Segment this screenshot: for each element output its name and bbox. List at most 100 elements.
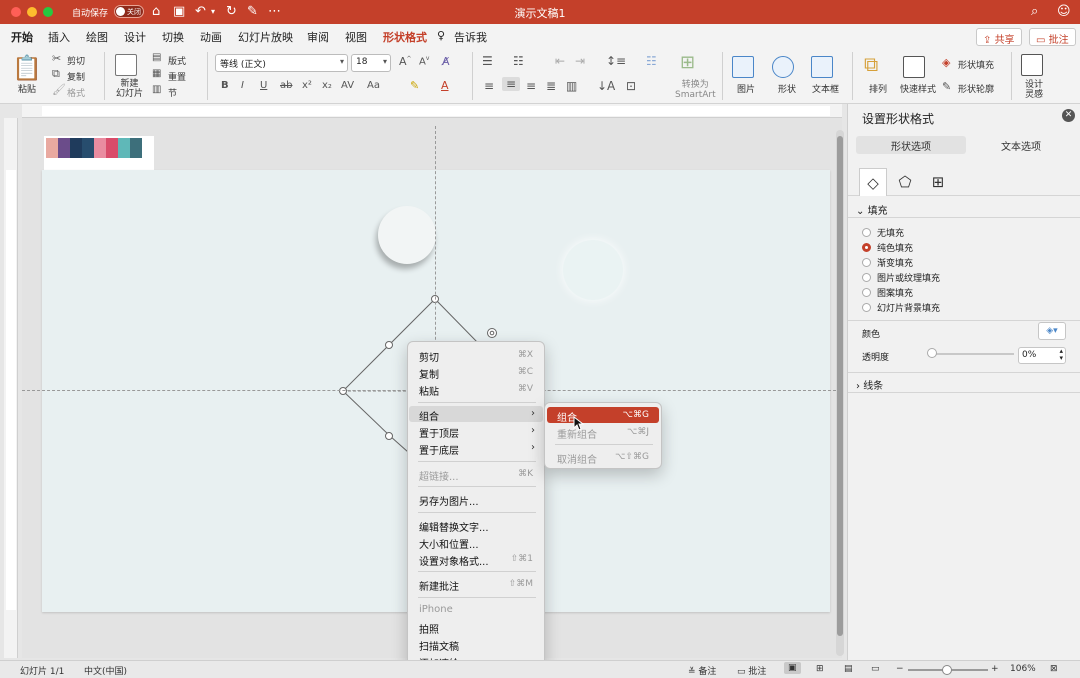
effects-pentagon-icon[interactable]: ⬠ xyxy=(891,168,919,196)
transparency-value: 0% xyxy=(1022,350,1037,360)
notes-icon: ≚ xyxy=(688,667,699,677)
menu-item-label: 另存为图片... xyxy=(419,497,479,508)
menu-item-shortcut: ⌘K xyxy=(518,469,533,479)
slide-counter: 幻灯片 1/1 xyxy=(20,667,65,677)
pane-icon-row: ◇ ⬠ ⊞ xyxy=(848,166,1080,196)
line-section-label: 线条 xyxy=(863,381,884,392)
menu-item-hyperlink[interactable]: 超链接... ⌘K xyxy=(409,466,543,483)
menu-item-label: 组合 xyxy=(419,412,439,423)
format-shape-pane: 设置形状格式 ✕ 形状选项 文本选项 ◇ ⬠ ⊞ ⌄ 填充 无填充 纯色填充 渐… xyxy=(847,104,1080,660)
menu-item-take-photo[interactable]: 拍照 xyxy=(409,619,543,636)
menu-section-iphone: iPhone xyxy=(409,602,543,618)
radio-pattern-fill[interactable] xyxy=(862,288,871,297)
notes-button[interactable]: ≚ 备注 xyxy=(688,664,716,677)
radio-slide-background-fill[interactable] xyxy=(862,303,871,312)
radio-label: 幻灯片背景填充 xyxy=(877,304,941,314)
color-label: 颜色 xyxy=(862,330,881,340)
transparency-label: 透明度 xyxy=(862,353,890,363)
fill-section-label: 填充 xyxy=(867,206,888,217)
selection-handle[interactable] xyxy=(339,387,347,395)
tab-shape-options[interactable]: 形状选项 xyxy=(856,136,966,154)
menu-item-label: 拍照 xyxy=(419,625,439,636)
context-menu: 剪切 ⌘X 复制 ⌘C 粘贴 ⌘V 组合 › 置于顶层 › 置于底层 › 超链接... ⌘K … xyxy=(407,341,545,673)
menu-section-label: iPhone xyxy=(419,604,453,615)
menu-item-copy[interactable]: 复制 ⌘C xyxy=(409,364,543,381)
selection-handle[interactable] xyxy=(385,341,393,349)
line-section-header[interactable]: › 线条 xyxy=(856,377,883,392)
transparency-slider-track[interactable] xyxy=(930,353,1014,355)
menu-item-label: 编辑替换文字... xyxy=(419,523,489,534)
radio-picture-fill[interactable] xyxy=(862,273,871,282)
menu-item-cut[interactable]: 剪切 ⌘X xyxy=(409,347,543,364)
menu-item-label: 置于顶层 xyxy=(419,429,459,440)
menu-item-group[interactable]: 组合 › xyxy=(409,406,543,423)
menu-item-shortcut: ⌘V xyxy=(517,384,533,394)
group-submenu: 组合 ⌥⌘G 重新组合 ⌥⌘J 取消组合 ⌥⇧⌘G xyxy=(544,402,662,469)
submenu-item-ungroup[interactable]: 取消组合 ⌥⇧⌘G xyxy=(547,449,659,466)
zoom-out-icon[interactable]: − xyxy=(896,664,904,674)
menu-item-label: 剪切 xyxy=(419,353,439,364)
chevron-right-icon: › xyxy=(531,425,535,436)
zoom-level[interactable]: 106% xyxy=(1010,664,1036,674)
slide-sorter-icon[interactable]: ⊞ xyxy=(816,664,824,674)
language-indicator[interactable]: 中文(中国) xyxy=(84,664,127,677)
menu-item-shortcut: ⌥⇧⌘G xyxy=(615,452,649,462)
radio-no-fill[interactable] xyxy=(862,228,871,237)
menu-item-shortcut: ⇧⌘1 xyxy=(510,554,533,564)
stepper-icon[interactable]: ▴ ▾ xyxy=(1059,348,1063,362)
zoom-slider-thumb[interactable] xyxy=(942,665,952,675)
menu-item-label: 粘贴 xyxy=(419,387,439,398)
menu-item-shortcut: ⌘C xyxy=(517,367,533,377)
menu-item-label: 取消组合 xyxy=(557,455,597,466)
comments-status-label: 批注 xyxy=(748,667,767,677)
radio-label: 图片或纹理填充 xyxy=(877,274,941,284)
slideshow-icon[interactable]: ▭ xyxy=(871,664,880,674)
reading-view-icon[interactable]: ▤ xyxy=(844,664,853,674)
close-pane-icon[interactable]: ✕ xyxy=(1062,109,1075,122)
menu-item-shortcut: ⇧⌘M xyxy=(508,579,533,589)
radio-gradient-fill[interactable] xyxy=(862,258,871,267)
menu-item-scan-documents[interactable]: 扫描文稿 xyxy=(409,636,543,653)
radio-label: 纯色填充 xyxy=(877,244,914,254)
radio-label: 渐变填充 xyxy=(877,259,914,269)
mouse-cursor-icon xyxy=(573,416,585,431)
menu-item-label: 新建批注 xyxy=(419,582,459,593)
normal-view-icon[interactable]: ▣ xyxy=(784,662,801,674)
chevron-right-icon: › xyxy=(531,442,535,453)
menu-item-label: 超链接... xyxy=(419,472,459,483)
menu-item-paste[interactable]: 粘贴 ⌘V xyxy=(409,381,543,398)
status-bar: 幻灯片 1/1 中文(中国) ≚ 备注 ▭ 批注 ▣ ⊞ ▤ ▭ − + 106… xyxy=(0,660,1080,678)
menu-item-new-comment[interactable]: 新建批注 ⇧⌘M xyxy=(409,576,543,593)
transparency-slider-thumb[interactable] xyxy=(927,348,937,358)
radio-label: 图案填充 xyxy=(877,289,914,299)
comments-status-button[interactable]: ▭ 批注 xyxy=(737,664,766,677)
pane-title: 设置形状格式 xyxy=(862,112,935,126)
menu-item-label: 扫描文稿 xyxy=(419,642,459,653)
radio-solid-fill[interactable] xyxy=(862,243,871,252)
fill-section-header[interactable]: ⌄ 填充 xyxy=(856,202,888,217)
chevron-right-icon: › xyxy=(531,408,535,419)
fill-color-picker[interactable]: ◈▾ xyxy=(1038,322,1066,340)
rotate-handle-icon[interactable] xyxy=(487,328,497,338)
menu-item-send-to-back[interactable]: 置于底层 › xyxy=(409,440,543,457)
submenu-item-regroup[interactable]: 重新组合 ⌥⌘J xyxy=(547,424,659,441)
tab-text-options[interactable]: 文本选项 xyxy=(966,136,1076,154)
transparency-input[interactable]: 0% ▴ ▾ xyxy=(1018,347,1066,364)
menu-item-label: 大小和位置... xyxy=(419,540,479,551)
size-properties-icon[interactable]: ⊞ xyxy=(924,168,952,196)
menu-item-edit-alt-text[interactable]: 编辑替换文字... xyxy=(409,517,543,534)
notes-label: 备注 xyxy=(698,667,717,677)
menu-item-bring-to-front[interactable]: 置于顶层 › xyxy=(409,423,543,440)
menu-item-label: 复制 xyxy=(419,370,439,381)
submenu-item-group[interactable]: 组合 ⌥⌘G xyxy=(547,407,659,424)
fill-line-icon[interactable]: ◇ xyxy=(859,168,887,196)
fit-to-window-icon[interactable]: ⊠ xyxy=(1050,664,1058,674)
zoom-in-icon[interactable]: + xyxy=(991,664,999,674)
menu-item-save-as-picture[interactable]: 另存为图片... xyxy=(409,491,543,508)
menu-item-size-position[interactable]: 大小和位置... xyxy=(409,534,543,551)
menu-item-label: 置于底层 xyxy=(419,446,459,457)
selection-handle[interactable] xyxy=(385,432,393,440)
menu-item-format-object[interactable]: 设置对象格式... ⇧⌘1 xyxy=(409,551,543,568)
menu-item-shortcut: ⌥⌘G xyxy=(622,410,649,420)
comment-icon: ▭ xyxy=(737,667,749,677)
